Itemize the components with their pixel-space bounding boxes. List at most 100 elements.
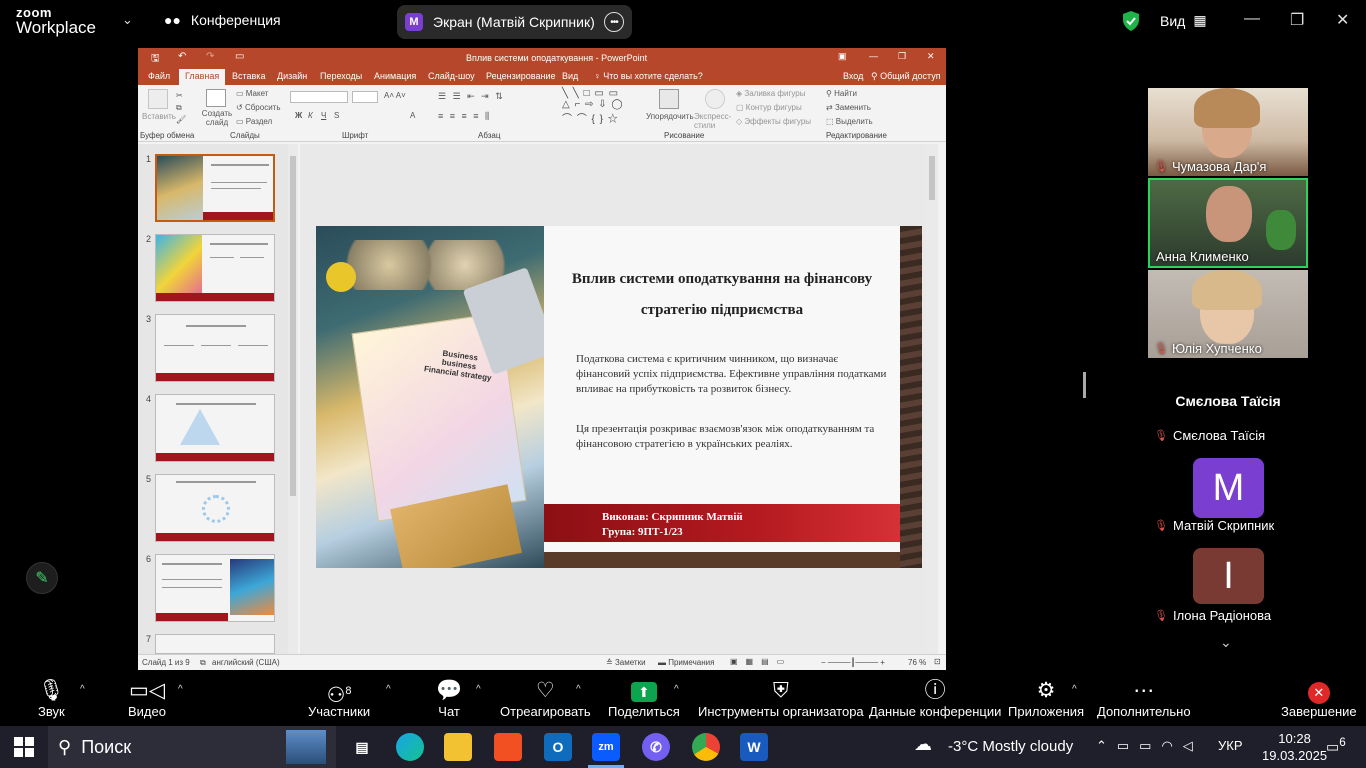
meeting-info-button[interactable]: ⓘ Данные конференции	[869, 678, 1001, 719]
input-language[interactable]: УКР	[1218, 738, 1243, 753]
tray-icons[interactable]: ⌃▭▭◠◁	[1096, 738, 1203, 754]
slide-paragraph-1[interactable]: Податкова система є критичним чинником, …	[576, 352, 892, 397]
zoom-app-icon[interactable]: zm	[592, 733, 620, 761]
participant-row-3[interactable]: 🎙 Ілона Радіонова	[1154, 608, 1271, 623]
gallery-scroll-down-icon[interactable]: ⌄	[1220, 634, 1232, 651]
layout-button[interactable]: ▭ Макет	[236, 89, 268, 98]
tab-file[interactable]: Файл	[148, 71, 170, 81]
bold-icon[interactable]: Ж	[295, 111, 302, 120]
editor-scrollbar[interactable]	[926, 144, 938, 654]
resize-handle[interactable]	[1083, 372, 1086, 398]
video-tile-3[interactable]: 🎙 Юлія Хупченко	[1148, 270, 1308, 358]
shadow-icon[interactable]: S	[334, 111, 339, 120]
arrange-button[interactable]: Упорядочить	[646, 112, 694, 121]
current-slide[interactable]: Business business Financial strategy Впл…	[316, 226, 922, 568]
viber-icon[interactable]: ✆	[642, 733, 670, 761]
thumbnails-scrollbar[interactable]	[288, 144, 298, 654]
tab-design[interactable]: Дизайн	[277, 71, 307, 81]
slide-thumbnail-2[interactable]	[155, 234, 275, 302]
sign-in-link[interactable]: Вход	[843, 71, 863, 81]
save-icon[interactable]: 🖫	[151, 51, 160, 68]
chevron-down-icon[interactable]: ⌄	[122, 12, 133, 28]
slideshow-from-start-icon[interactable]: ▭	[235, 51, 244, 62]
share-options-caret[interactable]: ^	[674, 684, 679, 695]
zoom-slider[interactable]: − ────┃──── +	[821, 658, 885, 667]
font-size-input[interactable]	[352, 91, 378, 103]
store-icon[interactable]	[494, 733, 522, 761]
annotate-pen-icon[interactable]: ✎	[26, 562, 58, 594]
italic-icon[interactable]: К	[308, 111, 313, 120]
audio-button[interactable]: 🎙 Звук	[38, 678, 65, 719]
tell-me-box[interactable]: ♀ Что вы хотите сделать?	[594, 71, 703, 81]
tab-insert[interactable]: Вставка	[232, 71, 265, 81]
end-meeting-button[interactable]: ✕ Завершение	[1281, 678, 1357, 719]
more-button[interactable]: ⋯ Дополнительно	[1097, 678, 1191, 719]
chat-options-caret[interactable]: ^	[476, 684, 481, 695]
new-slide-icon[interactable]	[206, 89, 226, 107]
paste-icon[interactable]	[148, 89, 168, 109]
view-mode-icons[interactable]: ▣▦▤▭	[730, 657, 792, 666]
security-shield-icon[interactable]	[1122, 10, 1140, 37]
shape-outline-button[interactable]: ▢ Контур фигуры	[736, 103, 802, 112]
slide-paragraph-2[interactable]: Ця презентація розкриває взаємозв'язок м…	[576, 422, 892, 452]
file-explorer-icon[interactable]	[444, 733, 472, 761]
edge-icon[interactable]	[396, 733, 424, 761]
fit-slide-icon[interactable]: ⊡	[934, 657, 941, 666]
ribbon-display-icon[interactable]: ▣	[838, 51, 847, 62]
notifications-icon[interactable]: ▭6	[1326, 736, 1346, 756]
taskbar-search-box[interactable]: ⚲ Поиск	[48, 726, 336, 768]
slide-thumbnail-3[interactable]	[155, 314, 275, 382]
chat-button[interactable]: 💬 Чат	[436, 678, 462, 719]
ppt-close-icon[interactable]: ✕	[927, 51, 935, 62]
audio-options-caret[interactable]: ^	[80, 684, 85, 695]
participants-button[interactable]: ⚇8 Участники	[308, 678, 370, 719]
host-tools-button[interactable]: ⛨ Инструменты организатора	[698, 678, 864, 719]
screen-share-indicator[interactable]: M Экран (Матвій Скрипник) •••	[397, 5, 632, 39]
quick-styles-icon[interactable]	[705, 89, 725, 109]
copy-icon[interactable]: ⧉	[176, 103, 182, 113]
slide-author-banner[interactable]: Виконав: Скрипник Матвій Група: 9ПТ-1/23	[544, 504, 900, 542]
meeting-title[interactable]: ●● Конференция	[164, 12, 281, 28]
ppt-maximize-icon[interactable]: ❐	[898, 51, 906, 62]
shapes-gallery[interactable]: ╲ ╲ □ ▭ ▭ △ ⌐ ⇨ ⇩ ◯ ⌒ ⌒ { } ☆	[562, 88, 624, 125]
apps-options-caret[interactable]: ^	[1072, 684, 1077, 695]
video-tile-2-active[interactable]: Анна Клименко	[1148, 178, 1308, 268]
ppt-minimize-icon[interactable]: —	[869, 51, 878, 61]
slide-thumbnail-4[interactable]	[155, 394, 275, 462]
participant-row-2[interactable]: 🎙 Матвій Скрипник	[1154, 518, 1274, 533]
format-painter-icon[interactable]: 🖌	[176, 115, 186, 124]
slide-thumbnail-1[interactable]	[155, 154, 275, 222]
quick-styles-button[interactable]: Экспресс-стили	[694, 112, 734, 130]
more-options-icon[interactable]: •••	[604, 12, 624, 32]
close-icon[interactable]: ✕	[1336, 10, 1349, 30]
font-name-input[interactable]	[290, 91, 348, 103]
paste-button[interactable]: Вставить	[142, 112, 176, 121]
font-color-icon[interactable]: A	[410, 111, 415, 120]
tab-animations[interactable]: Анимация	[374, 71, 416, 81]
slide-thumbnail-5[interactable]	[155, 474, 275, 542]
restore-icon[interactable]: ❐	[1290, 10, 1304, 30]
select-button[interactable]: ⬚ Выделить	[826, 117, 873, 126]
zoom-percent[interactable]: 76 %	[908, 658, 926, 667]
cut-icon[interactable]: ✂	[176, 91, 183, 100]
video-tile-1[interactable]: 🎙 Чумазова Дар'я	[1148, 88, 1308, 176]
shape-effects-button[interactable]: ◇ Эффекты фигуры	[736, 117, 811, 126]
video-options-caret[interactable]: ^	[178, 684, 183, 695]
redo-icon[interactable]: ↷	[206, 51, 214, 62]
video-button[interactable]: ▭◁ Видео	[128, 678, 166, 719]
react-options-caret[interactable]: ^	[576, 684, 581, 695]
minimize-icon[interactable]: —	[1244, 10, 1260, 28]
word-icon[interactable]: W	[740, 733, 768, 761]
windows-start-icon[interactable]	[14, 737, 34, 757]
weather-text[interactable]: -3°C Mostly cloudy	[948, 738, 1073, 755]
tab-slideshow[interactable]: Слайд-шоу	[428, 71, 475, 81]
participant-row-1[interactable]: 🎙 Смєлова Таїсія	[1154, 428, 1265, 443]
new-slide-button[interactable]: Создать слайд	[200, 109, 234, 127]
spellcheck-icon[interactable]: ⧉	[200, 658, 206, 668]
section-button[interactable]: ▭ Раздел	[236, 117, 272, 126]
notes-button[interactable]: ≙ Заметки	[606, 658, 646, 667]
view-button[interactable]: Вид ▦	[1160, 12, 1207, 29]
font-grow-icon[interactable]: A˄ A˅	[384, 91, 406, 100]
reset-button[interactable]: ↺ Сбросить	[236, 103, 281, 112]
slide-thumbnail-7[interactable]	[155, 634, 275, 654]
